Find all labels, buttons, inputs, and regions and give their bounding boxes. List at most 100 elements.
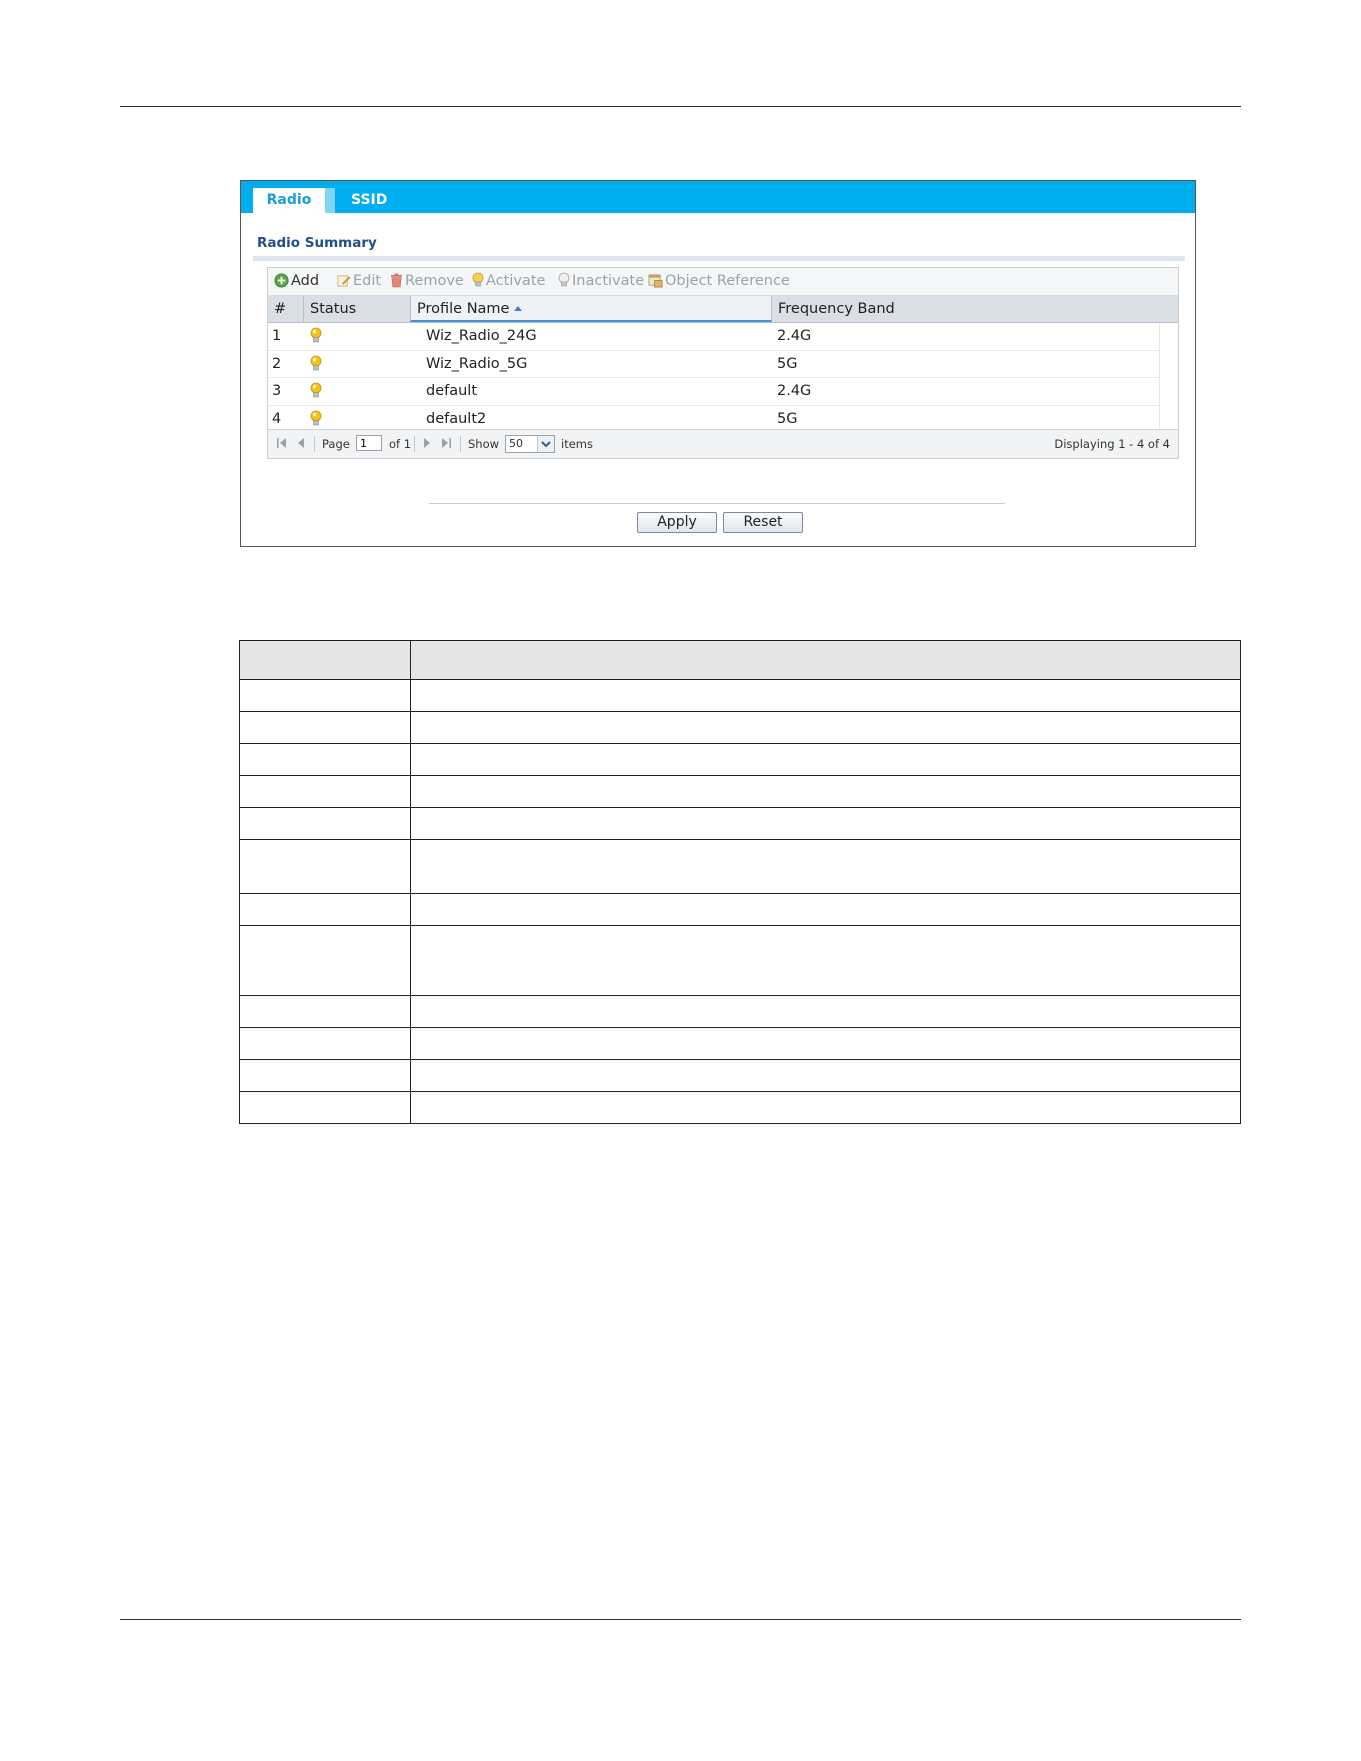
table-cell <box>410 1091 1241 1124</box>
table-cell <box>410 711 1241 744</box>
inactivate-button[interactable]: Inactivate <box>558 272 644 290</box>
apply-button[interactable]: Apply <box>637 512 717 533</box>
lightbulb-on-icon <box>472 272 484 287</box>
column-header-profile-name[interactable]: Profile Name <box>410 296 772 322</box>
column-header-number[interactable]: # <box>268 296 304 322</box>
table-row[interactable]: 1 Wiz_Radio_24G 2.4G <box>268 323 1160 351</box>
table-cell <box>410 893 1241 926</box>
items-label: items <box>561 437 593 451</box>
chevron-down-icon <box>537 436 554 452</box>
activate-label: Activate <box>486 273 546 289</box>
remove-label: Remove <box>405 273 464 289</box>
section-title: Radio Summary <box>257 235 377 251</box>
table-cell <box>410 775 1241 808</box>
frequency-band: 5G <box>777 410 798 427</box>
table-row <box>239 711 1241 744</box>
page-number-input[interactable] <box>356 435 382 451</box>
frequency-band: 2.4G <box>777 328 812 344</box>
inactivate-label: Inactivate <box>572 273 645 289</box>
first-page-button[interactable] <box>276 436 288 452</box>
profile-name: default <box>426 383 478 399</box>
table-cell <box>239 893 411 926</box>
table-cell <box>239 1091 411 1124</box>
row-number: 1 <box>272 328 282 344</box>
pencil-icon <box>337 275 351 287</box>
grid-body: 1 Wiz_Radio_24G 2.4G 2 Wiz_Radio_5G 5G 3 defaul… <box>268 323 1160 433</box>
edit-label: Edit <box>353 273 382 289</box>
row-number: 3 <box>272 383 282 399</box>
row-number: 2 <box>272 355 282 372</box>
section-divider <box>253 256 1185 261</box>
table-row <box>239 925 1241 996</box>
table-cell <box>410 640 1241 680</box>
table-cell <box>239 807 411 840</box>
table-cell <box>410 1059 1241 1092</box>
table-cell <box>239 711 411 744</box>
table-row <box>239 807 1241 840</box>
add-label: Add <box>291 273 320 289</box>
table-row <box>239 775 1241 808</box>
profile-name: Wiz_Radio_24G <box>426 328 537 344</box>
profile-name: default2 <box>426 410 487 427</box>
activate-button[interactable]: Activate <box>472 272 545 290</box>
status-bulb-icon <box>310 382 322 408</box>
table-row <box>239 1059 1241 1092</box>
show-label: Show <box>468 437 500 451</box>
page-footer-rule <box>120 1619 1241 1620</box>
previous-page-icon <box>298 438 304 448</box>
table-cell <box>410 995 1241 1028</box>
table-row <box>239 995 1241 1028</box>
page-count-label: of 1 <box>389 437 412 451</box>
table-cell <box>239 995 411 1028</box>
status-bulb-icon <box>310 355 322 381</box>
last-page-icon <box>442 438 451 448</box>
last-page-button[interactable] <box>440 436 452 452</box>
lightbulb-off-icon <box>558 272 570 287</box>
next-page-icon <box>424 438 430 448</box>
table-row <box>239 1027 1241 1060</box>
page-size-select[interactable]: 50 <box>505 435 555 453</box>
sort-ascending-icon <box>514 306 523 311</box>
pager-separator <box>460 436 461 452</box>
column-header-profile-name-label: Profile Name <box>417 301 510 317</box>
tab-radio-edge <box>325 188 335 213</box>
object-reference-button[interactable]: Object Reference <box>648 272 790 290</box>
column-header-status[interactable]: Status <box>304 296 410 322</box>
table-row <box>239 893 1241 926</box>
previous-page-button[interactable] <box>296 436 306 452</box>
tab-ssid[interactable]: SSID <box>351 188 411 213</box>
radio-profile-grid: Add Edit Remove Activate Inactivate Obje… <box>267 267 1179 459</box>
field-description-table <box>239 640 1241 1124</box>
button-divider <box>429 503 1005 504</box>
grid-pager: Page of 1 Show 50 items <box>268 429 1178 458</box>
table-cell <box>410 807 1241 840</box>
reset-button[interactable]: Reset <box>723 512 803 533</box>
tab-radio[interactable]: Radio <box>253 188 325 213</box>
pager-separator <box>314 436 315 452</box>
table-cell <box>410 925 1241 996</box>
frequency-band: 5G <box>777 355 798 372</box>
table-row <box>239 839 1241 894</box>
next-page-button[interactable] <box>422 436 432 452</box>
object-reference-icon <box>648 274 663 288</box>
table-cell <box>239 839 411 894</box>
column-header-frequency-band[interactable]: Frequency Band <box>772 296 1180 322</box>
table-cell <box>239 925 411 996</box>
profile-name: Wiz_Radio_5G <box>426 355 528 372</box>
page-label: Page <box>322 437 350 451</box>
page-header-rule <box>120 106 1241 107</box>
pager-separator <box>414 436 415 452</box>
plus-circle-icon <box>274 273 289 288</box>
grid-vertical-scrollbar[interactable] <box>1159 323 1178 429</box>
table-header-row <box>239 640 1241 680</box>
table-row[interactable]: 3 default 2.4G <box>268 378 1160 406</box>
displaying-count: Displaying 1 - 4 of 4 <box>1054 437 1170 451</box>
table-cell <box>410 743 1241 776</box>
table-row[interactable]: 2 Wiz_Radio_5G 5G <box>268 351 1160 381</box>
frequency-band: 2.4G <box>777 383 812 399</box>
table-cell <box>239 1059 411 1092</box>
add-button[interactable]: Add <box>274 272 319 290</box>
grid-header: # Status Profile Name Frequency Band <box>268 296 1178 323</box>
remove-button[interactable]: Remove <box>390 272 464 290</box>
edit-button[interactable]: Edit <box>336 272 381 290</box>
